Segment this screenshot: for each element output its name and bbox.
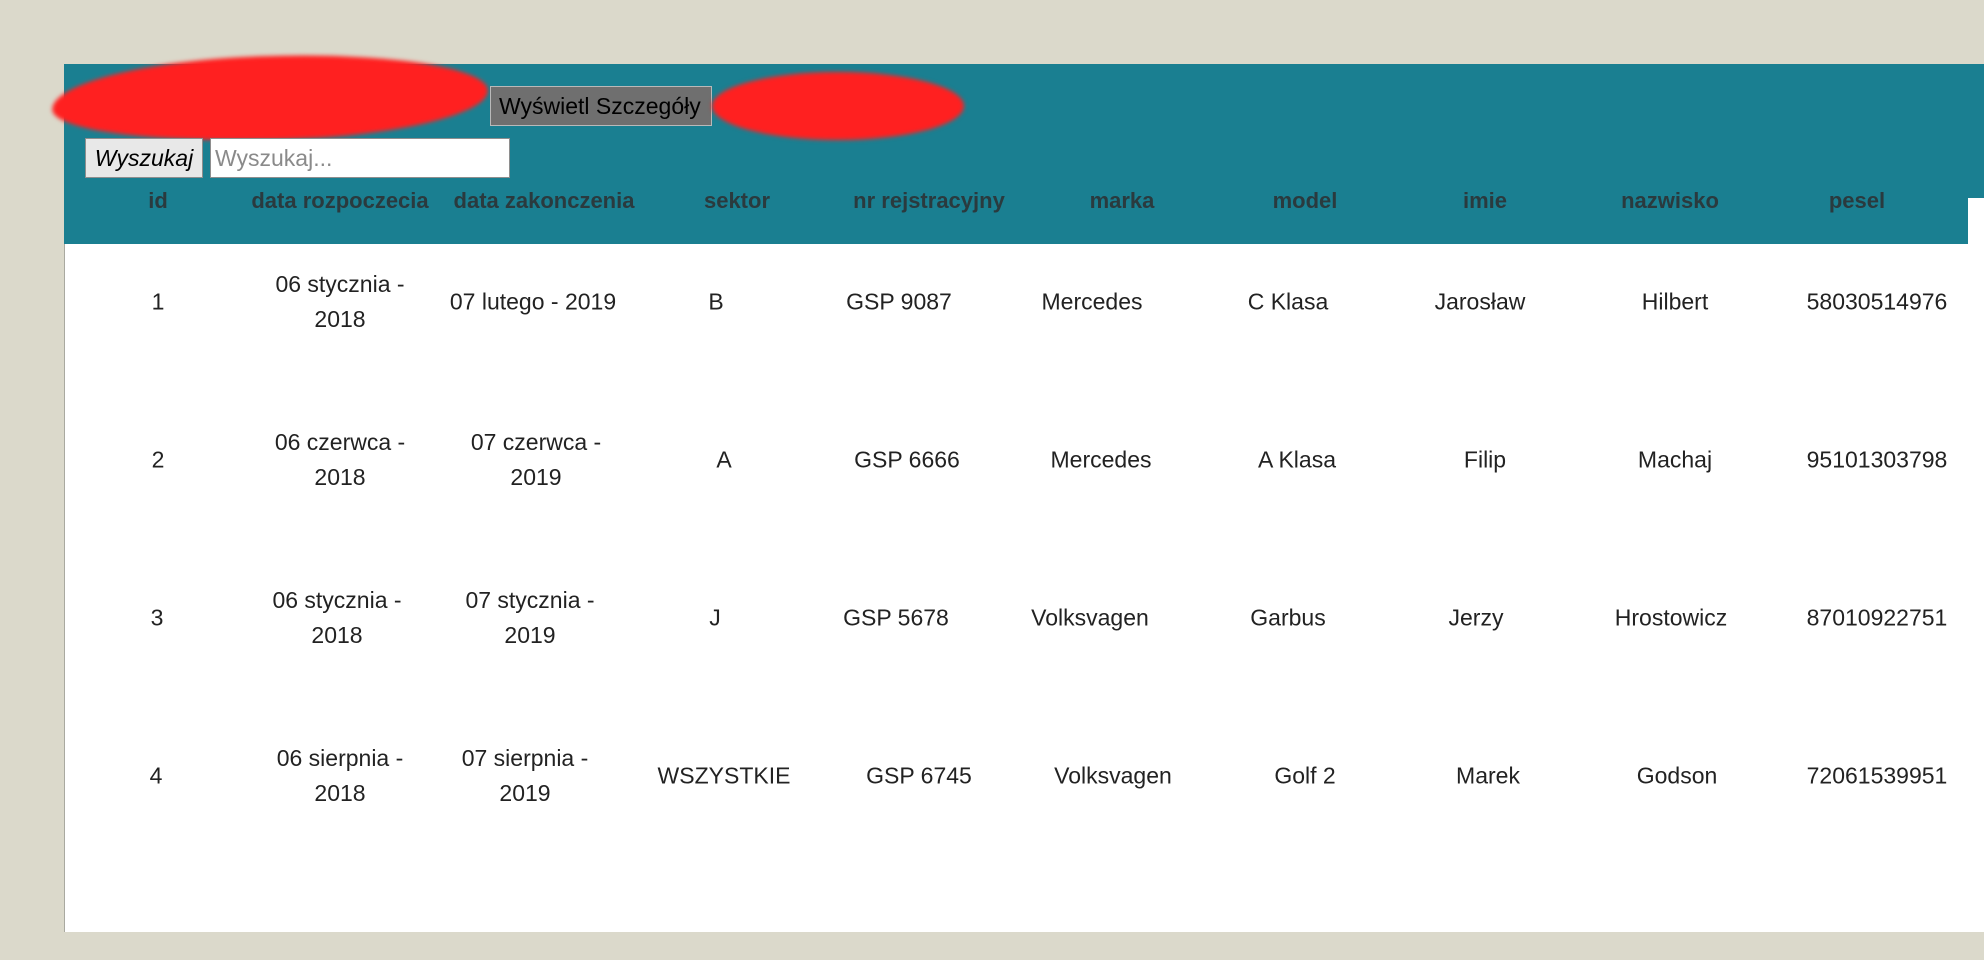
column-header-imie[interactable]: imie (1450, 188, 1520, 222)
search-input[interactable] (210, 138, 510, 178)
table-cell-model: C Klasa (1247, 288, 1329, 315)
table-cell-data-zakonczenia: 07 czerwca - 2019 (470, 429, 602, 490)
column-header-pesel[interactable]: pesel (1817, 188, 1897, 222)
table-cell-marka: Mercedes (1041, 288, 1143, 315)
search-button[interactable]: Wyszukaj (85, 138, 203, 178)
table-cell-nr-rejstracyjny: GSP 6666 (854, 446, 960, 473)
table-cell-sektor: WSZYSTKIE (657, 762, 791, 789)
table-cell-marka: Mercedes (1050, 446, 1152, 473)
table-cell-sektor: B (708, 288, 724, 315)
table-cell-data-zakonczenia: 07 lutego - 2019 (449, 288, 617, 315)
table-cell-nazwisko: Godson (1636, 762, 1718, 789)
table-cell-nazwisko: Hrostowicz (1614, 604, 1728, 631)
table-cell-nr-rejstracyjny: GSP 9087 (846, 288, 952, 315)
table-cell-nr-rejstracyjny: GSP 6745 (866, 762, 972, 789)
table-cell-data-zakonczenia: 07 stycznia - 2019 (465, 587, 595, 648)
table-cell-data-zakonczenia: 07 sierpnia - 2019 (461, 745, 589, 806)
table-cell-model: A Klasa (1258, 446, 1336, 473)
show-details-button[interactable]: Wyświetl Szczegóły (490, 86, 712, 126)
column-header-model[interactable]: model (1260, 188, 1350, 222)
table-cell-data-rozpoczecia: 06 stycznia - 2018 (272, 587, 402, 648)
table-cell-id: 2 (151, 446, 165, 473)
table-cell-data-rozpoczecia: 06 sierpnia - 2018 (276, 745, 404, 806)
table-cell-imie: Jarosław (1434, 288, 1526, 315)
column-header-sektor[interactable]: sektor (692, 188, 782, 222)
table-cell-model: Golf 2 (1274, 762, 1336, 789)
table-cell-sektor: A (716, 446, 732, 473)
table-cell-imie: Jerzy (1448, 604, 1504, 631)
table-cell-imie: Marek (1456, 762, 1520, 789)
table-cell-data-rozpoczecia: 06 czerwca - 2018 (274, 429, 406, 490)
table-cell-pesel: 87010922751 (1806, 604, 1948, 631)
column-header-nazwisko[interactable]: nazwisko (1600, 188, 1740, 222)
table-cell-id: 4 (149, 762, 163, 789)
table-cell-pesel: 95101303798 (1806, 446, 1948, 473)
table-cell-sektor: J (709, 604, 721, 631)
column-header-data-rozpoczecia[interactable]: data rozpoczecia (240, 188, 440, 222)
table-cell-nazwisko: Machaj (1637, 446, 1713, 473)
table-cell-nazwisko: Hilbert (1641, 288, 1709, 315)
table-cell-data-rozpoczecia: 06 stycznia - 2018 (275, 271, 405, 332)
table-cell-pesel: 58030514976 (1806, 288, 1948, 315)
table-cell-pesel: 72061539951 (1806, 762, 1948, 789)
table-cell-imie: Filip (1463, 446, 1507, 473)
column-header-data-zakonczenia[interactable]: data zakonczenia (441, 188, 647, 222)
column-header-id[interactable]: id (138, 188, 178, 222)
table-cell-marka: Volksvagen (1054, 762, 1172, 789)
table-cell-id: 1 (151, 288, 165, 315)
column-header-nr-rejstracyjny[interactable]: nr rejstracyjny (834, 188, 1024, 222)
table-cell-id: 3 (150, 604, 164, 631)
table-cell-marka: Volksvagen (1031, 604, 1149, 631)
table-cell-model: Garbus (1250, 604, 1326, 631)
table-cell-nr-rejstracyjny: GSP 5678 (843, 604, 949, 631)
column-header-marka[interactable]: marka (1072, 188, 1172, 222)
redaction-mark (712, 72, 964, 140)
